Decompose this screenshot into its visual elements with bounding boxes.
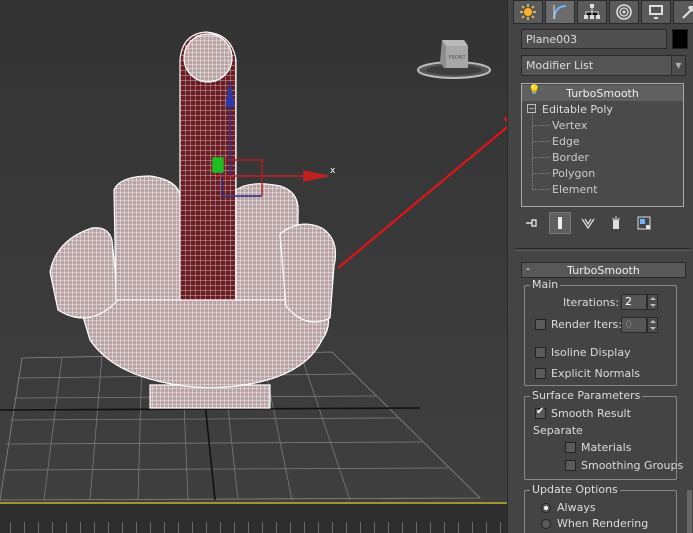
render-iters-spinner[interactable]: 0 [621, 317, 658, 333]
subobject-border[interactable]: Border [522, 149, 683, 165]
smooth-result-label: Smooth Result [551, 407, 631, 420]
render-iters-value: 0 [625, 318, 632, 331]
stack-toolbar [521, 212, 661, 234]
spinner-arrows-icon[interactable] [647, 294, 658, 310]
command-panel: Modifier List ▼ 💡 TurboSmooth − Editable… [507, 0, 693, 533]
surface-parameters-group: Surface Parameters Smooth Result Separat… [524, 389, 683, 480]
stack-item-label: TurboSmooth [566, 86, 639, 100]
collapse-icon: - [526, 262, 530, 275]
render-iters-label: Render Iters: [551, 318, 622, 331]
explicit-normals-checkbox[interactable] [535, 368, 546, 379]
separate-label: Separate [533, 424, 583, 437]
stack-item-label: Editable Poly [542, 102, 613, 116]
turbosmooth-rollout-header[interactable]: - TurboSmooth [521, 262, 686, 278]
sun-star-icon [520, 4, 536, 20]
perspective-viewport[interactable]: x FRONT [0, 0, 507, 533]
viewcube-label: FRONT [448, 55, 466, 61]
show-end-result-icon [558, 217, 562, 229]
explicit-normals-label: Explicit Normals [551, 367, 640, 380]
group-title: Surface Parameters [530, 389, 643, 402]
annotation-arrow [337, 116, 507, 269]
utilities-tab[interactable] [673, 0, 693, 24]
iterations-value: 2 [625, 295, 632, 308]
modifier-list-label: Modifier List [526, 59, 594, 72]
group-title: Update Options [530, 483, 620, 496]
pin-icon [526, 219, 537, 227]
update-options-group: Update Options Always When Rendering [524, 483, 677, 533]
render-iters-checkbox[interactable] [535, 319, 546, 330]
trash-icon [612, 216, 620, 229]
when-rendering-radio[interactable] [541, 519, 551, 529]
subobject-polygon[interactable]: Polygon [522, 165, 683, 181]
hierarchy-icon [584, 4, 600, 19]
subobject-edge[interactable]: Edge [522, 133, 683, 149]
modifier-list-dropdown[interactable]: Modifier List ▼ [521, 55, 686, 76]
show-end-result-button[interactable] [549, 212, 571, 234]
remove-modifier-button[interactable] [605, 212, 627, 234]
subobject-vertex[interactable]: Vertex [522, 117, 683, 133]
time-slider-track[interactable] [0, 504, 507, 533]
isoline-display-label: Isoline Display [551, 346, 631, 359]
x-axis-label: x [330, 166, 336, 176]
hierarchy-tab[interactable] [577, 0, 607, 24]
chevron-down-icon: ▼ [671, 56, 685, 75]
iterations-spinner[interactable]: 2 [621, 294, 658, 310]
collapse-box-icon[interactable]: − [527, 104, 536, 113]
stack-item-turbosmooth[interactable]: 💡 TurboSmooth [522, 85, 683, 101]
display-tab[interactable] [641, 0, 671, 24]
materials-label: Materials [581, 441, 632, 454]
always-label: Always [557, 501, 596, 514]
hand-mesh [49, 31, 337, 409]
modifier-stack[interactable]: 💡 TurboSmooth − Editable Poly Vertex Edg… [521, 83, 684, 207]
pin-stack-button[interactable] [521, 212, 543, 234]
when-rendering-label: When Rendering [557, 517, 649, 530]
make-unique-icon [581, 218, 595, 230]
smoothing-groups-label: Smoothing Groups [581, 459, 684, 472]
main-group: Main Iterations: 2 Render Iters: 0 Isoli… [524, 278, 677, 386]
modify-tab[interactable] [545, 0, 575, 24]
configure-sets-icon [637, 216, 651, 230]
group-title: Main [530, 278, 561, 291]
hammer-icon [682, 6, 693, 19]
always-radio[interactable] [541, 503, 551, 513]
spinner-arrows-icon[interactable] [647, 317, 658, 333]
smooth-result-checkbox[interactable] [535, 406, 546, 419]
create-tab[interactable] [513, 0, 543, 24]
configure-modifier-sets-button[interactable] [633, 212, 655, 234]
object-name-field[interactable] [521, 29, 667, 49]
viewcube[interactable]: FRONT [414, 32, 494, 84]
monitor-icon [649, 5, 663, 19]
motion-tab[interactable] [609, 0, 639, 24]
stack-item-editable-poly[interactable]: − Editable Poly [522, 101, 683, 117]
rollout-title: TurboSmooth [567, 263, 640, 277]
command-panel-tabs [513, 0, 693, 24]
motion-disc-icon [616, 4, 632, 20]
smoothing-groups-checkbox[interactable] [565, 460, 576, 471]
iterations-label: Iterations: [563, 296, 620, 309]
object-color-swatch[interactable] [672, 29, 688, 49]
isoline-display-checkbox[interactable] [535, 347, 546, 358]
subobject-element[interactable]: Element [522, 181, 683, 197]
make-unique-button[interactable] [577, 212, 599, 234]
panel-scrollbar[interactable] [687, 490, 692, 533]
materials-checkbox[interactable] [565, 442, 576, 453]
modify-curve-icon [553, 5, 567, 20]
